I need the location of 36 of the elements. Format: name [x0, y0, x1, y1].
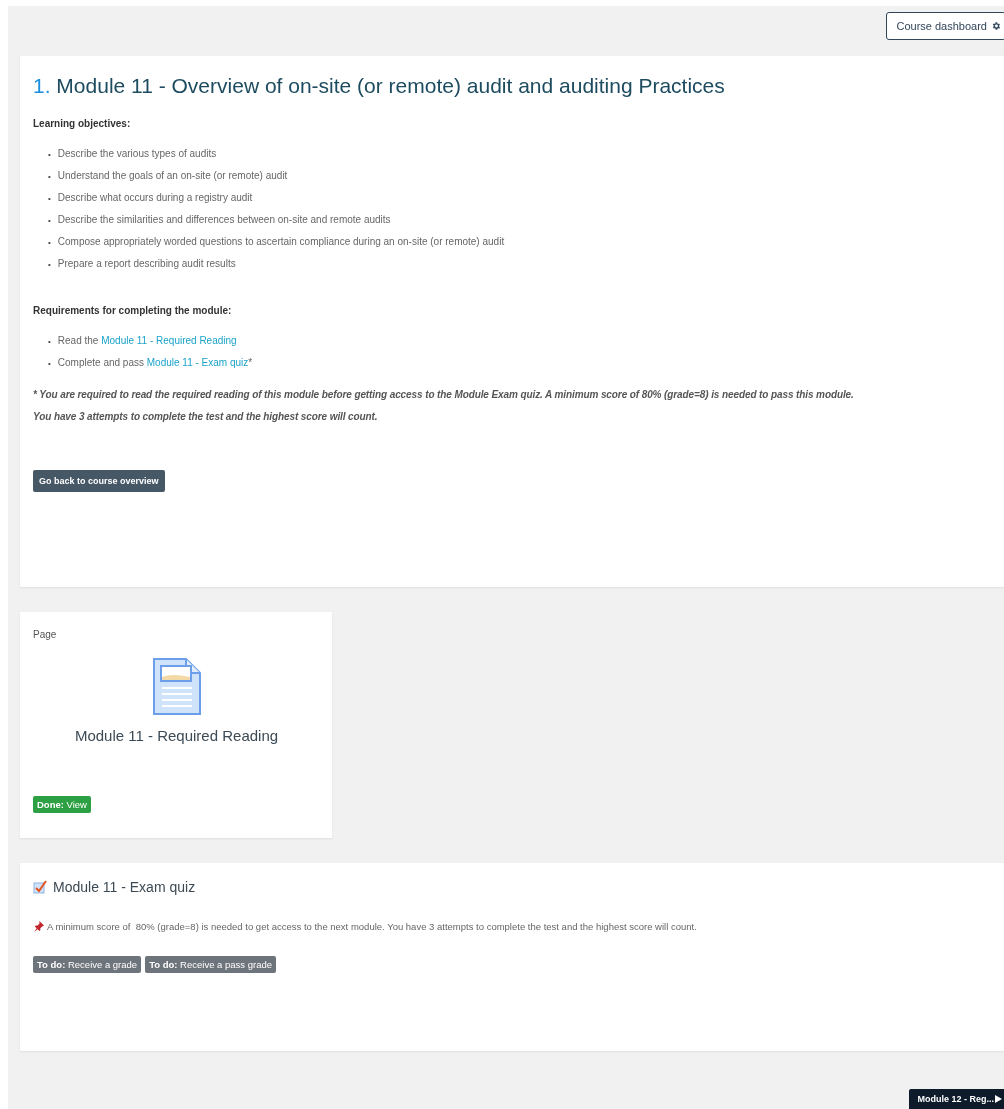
bullet-marker: •: [48, 149, 51, 161]
bullet-marker: •: [48, 193, 51, 205]
bullet-marker: •: [48, 259, 51, 271]
requirement-note: You have 3 attempts to complete the test and the highest score will count.: [33, 410, 379, 424]
requirement-item: Complete and pass Module 11 - Exam quiz*: [57, 356, 253, 370]
section-title: 1. Module 11 - Overview of on-site (or remote) audit and auditing Practices: [33, 74, 726, 98]
requirements-heading: Requirements for completing the module:: [33, 305, 233, 316]
bullet-marker: •: [48, 237, 51, 249]
completion-badge: To do: Receive a pass grade: [145, 956, 276, 973]
bullet-marker: •: [48, 215, 51, 227]
completion-badge: Done: View: [33, 796, 91, 813]
next-module-button[interactable]: Module 12 - Reg...: [909, 1089, 1004, 1109]
objective-item: Describe the various types of audits: [57, 147, 217, 161]
quiz-description: A minimum score of 80% (grade=8) is needed to get access to the next module. You have 3 attempts to complete the test and the highest score will count.: [47, 921, 697, 932]
requirement-item: Read the Module 11 - Required Reading: [57, 334, 237, 348]
bullet-marker: •: [48, 336, 51, 348]
objective-item: Describe the similarities and differences between on-site and remote audits: [57, 213, 391, 227]
objective-item: Describe what occurs during a registry audit: [57, 191, 253, 205]
document-icon: [152, 658, 201, 715]
back-to-overview-button[interactable]: Go back to course overview: [33, 470, 165, 492]
completion-badge: To do: Receive a grade: [33, 956, 142, 973]
bullet-marker: •: [48, 358, 51, 370]
requirement-note: * You are required to read the required reading of this module before getting access to the Module Exam quiz. A minimum score of 80% (grade=8) is needed to pass this module.: [33, 388, 855, 402]
objective-item: Compose appropriately worded questions to ascertain compliance during an on-site (or remote) audit: [57, 235, 505, 249]
objective-item: Understand the goals of an on-site (or remote) audit: [57, 169, 288, 183]
quiz-title: Module 11 - Exam quiz: [53, 879, 196, 895]
activity-title: Module 11 - Required Reading: [73, 727, 280, 744]
quiz-check-icon: [33, 880, 47, 894]
play-icon: [995, 1095, 1002, 1103]
objectives-heading: Learning objectives:: [33, 118, 132, 129]
pushpin-icon: [33, 921, 44, 932]
settings-icon: [991, 21, 1001, 31]
course-dashboard-button[interactable]: Course dashboard: [886, 12, 1004, 40]
activity-type-label: Page: [33, 629, 58, 640]
bullet-marker: •: [48, 171, 51, 183]
objective-item: Prepare a report describing audit results: [57, 257, 236, 271]
